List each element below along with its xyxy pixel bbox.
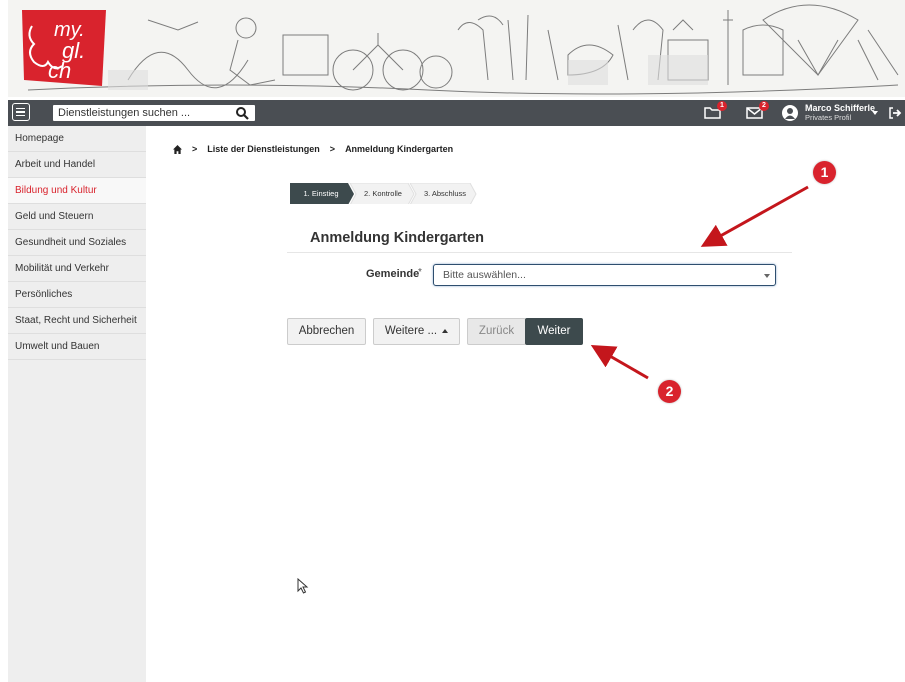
- search-input[interactable]: Dienstleistungen suchen ...: [53, 105, 255, 121]
- sidebar: Homepage Arbeit und Handel Bildung und K…: [8, 126, 146, 682]
- required-marker: *: [418, 267, 422, 278]
- user-menu-chevron-down-icon[interactable]: [872, 111, 878, 115]
- breadcrumb-service-list[interactable]: Liste der Dienstleistungen: [207, 144, 320, 154]
- mail-icon[interactable]: 2: [746, 101, 769, 122]
- sidebar-item-bildung-und-kultur[interactable]: Bildung und Kultur: [8, 178, 146, 204]
- step-2-label: 2. Kontrolle: [364, 189, 402, 198]
- breadcrumb-current: Anmeldung Kindergarten: [345, 144, 454, 154]
- cancel-button[interactable]: Abbrechen: [287, 318, 366, 345]
- annotation-badge-2: 2: [658, 380, 681, 403]
- more-button-label: Weitere ...: [384, 325, 438, 337]
- svg-text:ch: ch: [48, 58, 71, 83]
- search-placeholder: Dienstleistungen suchen ...: [58, 107, 191, 119]
- hamburger-menu-icon[interactable]: [12, 103, 30, 121]
- inbox-folder-icon[interactable]: 1: [704, 101, 727, 122]
- home-icon[interactable]: [173, 144, 182, 154]
- mouse-cursor-icon: [297, 578, 309, 594]
- logout-icon[interactable]: [888, 106, 902, 120]
- sidebar-item-geld-und-steuern[interactable]: Geld und Steuern: [8, 204, 146, 230]
- chevron-down-icon[interactable]: [764, 274, 770, 278]
- sidebar-item-mobilitaet-und-verkehr[interactable]: Mobilität und Verkehr: [8, 256, 146, 282]
- banner-illustration: [27, 4, 899, 95]
- sidebar-item-staat-recht-sicherheit[interactable]: Staat, Recht und Sicherheit: [8, 308, 146, 334]
- inbox-badge: 1: [717, 101, 727, 111]
- mail-badge: 2: [759, 101, 769, 111]
- sidebar-item-gesundheit-und-soziales[interactable]: Gesundheit und Soziales: [8, 230, 146, 256]
- sidebar-item-umwelt-und-bauen[interactable]: Umwelt und Bauen: [8, 334, 146, 360]
- user-name[interactable]: Marco Schifferle: [805, 103, 875, 113]
- user-icon: [785, 108, 795, 119]
- form-divider: [287, 252, 792, 253]
- breadcrumb-separator: >: [329, 144, 336, 154]
- top-navigation-bar: Dienstleistungen suchen ... 1 2 Marco Sc…: [8, 100, 905, 126]
- form-title: Anmeldung Kindergarten: [310, 230, 485, 246]
- breadcrumb-separator: >: [192, 144, 198, 154]
- avatar[interactable]: [782, 105, 798, 121]
- gemeinde-select-value: Bitte auswählen...: [443, 269, 526, 281]
- breadcrumb: > Liste der Dienstleistungen > Anmeldung…: [173, 144, 453, 154]
- gemeinde-select[interactable]: Bitte auswählen...: [433, 264, 776, 286]
- step-1-label: 1. Einstieg: [303, 189, 339, 198]
- next-button[interactable]: Weiter: [525, 318, 583, 345]
- arrow-1: [700, 185, 809, 247]
- sidebar-item-homepage[interactable]: Homepage: [8, 126, 146, 152]
- step-3-label: 3. Abschluss: [423, 189, 467, 198]
- sidebar-item-arbeit-und-handel[interactable]: Arbeit und Handel: [8, 152, 146, 178]
- search-icon[interactable]: [235, 106, 249, 120]
- annotation-badge-1: 1: [813, 161, 836, 184]
- back-button[interactable]: Zurück: [467, 318, 526, 345]
- gemeinde-label: Gemeinde: [366, 268, 420, 280]
- sidebar-item-persoenliches[interactable]: Persönliches: [8, 282, 146, 308]
- mygl-logo[interactable]: my. gl. ch: [18, 6, 110, 90]
- header-banner: my. gl. ch: [8, 0, 905, 97]
- arrow-2: [590, 345, 649, 380]
- user-profile-type: Privates Profil: [805, 113, 852, 122]
- caret-up-icon: [442, 328, 449, 333]
- more-button[interactable]: Weitere ...: [373, 318, 460, 345]
